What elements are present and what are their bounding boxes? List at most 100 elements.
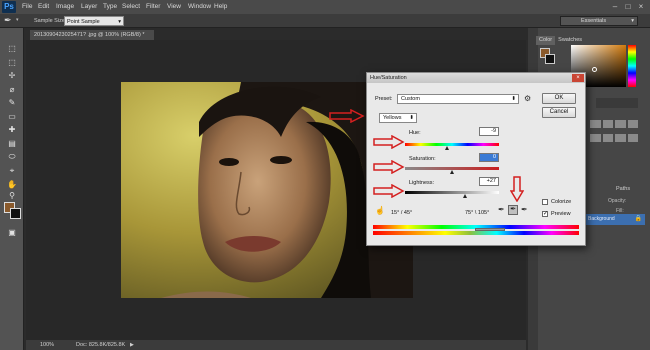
ok-button[interactable]: OK [542,93,576,104]
red-arrow-eyedropper [510,176,524,202]
paths-label[interactable]: Paths [616,186,630,192]
brush-tool-icon[interactable]: ✎ [3,98,21,108]
adjustment-icon[interactable] [627,134,638,142]
preset-options-gear-icon[interactable]: ⚙ [524,94,531,103]
cancel-button[interactable]: Cancel [542,107,576,118]
close-window-button[interactable]: × [636,2,646,12]
panel-background-swatch[interactable] [545,54,555,64]
lightness-label: Lightness: [409,180,435,186]
colorize-label: Colorize [551,199,572,205]
hue-label: Hue: [409,130,421,136]
background-color-swatch[interactable] [10,208,21,219]
color-bar-bottom [373,231,579,235]
hand-tool-icon[interactable]: ✋ [3,180,21,190]
targeted-adjustment-hand-icon[interactable]: ☝ [375,206,385,215]
sample-size-select[interactable]: Point Sample ▾ [64,16,124,26]
hue-value-field[interactable]: -9 [479,127,499,136]
lightness-slider-track[interactable] [405,191,499,194]
saturation-value-field[interactable]: 0 [479,153,499,162]
document-info: Doc: 825.8K/825.8K [76,342,126,348]
menu-edit[interactable]: Edit [38,0,49,14]
lightness-value-field[interactable]: +27 [479,177,499,186]
menu-file[interactable]: File [22,0,32,14]
tool-preset-chevron-icon[interactable]: ▾ [16,17,19,23]
lasso-tool-icon[interactable]: ⬚ [3,58,21,68]
options-bar: ✒ ▾ Sample Size: Point Sample ▾ [0,14,650,28]
sample-size-value: Point Sample [67,19,100,25]
channel-select[interactable]: Yellows ⬍ [379,113,417,123]
hue-strip[interactable] [628,45,636,87]
dialog-close-button[interactable]: × [572,74,584,82]
doc-info-arrow-icon[interactable]: ▶ [130,340,134,350]
workspace-value: Essentials [581,18,607,24]
subtract-from-sample-eyedropper-icon[interactable]: ✒ [521,205,528,214]
lightness-slider-thumb[interactable] [462,194,467,198]
menu-layer[interactable]: Layer [81,0,97,14]
zoom-level[interactable]: 100% [40,340,54,350]
move-tool-icon[interactable]: ✢ [3,71,21,81]
menu-type[interactable]: Type [103,0,117,14]
menu-bar: Ps File Edit Image Layer Type Select Fil… [0,0,650,14]
menu-image[interactable]: Image [56,0,74,14]
color-panel-tabs: Color Swatches [536,36,586,45]
adjustment-icon[interactable] [590,134,601,142]
eyedropper-tool-icon[interactable]: ✒ [4,15,12,26]
document-title: 2013090423025471? .jpg @ 100% (RGB/8) * [34,32,145,38]
tab-swatches[interactable]: Swatches [555,36,586,45]
adjustment-icon[interactable] [602,134,613,142]
preview-label: Preview [551,211,571,217]
stamp-tool-icon[interactable]: ▭ [3,112,21,122]
maximize-button[interactable]: □ [623,2,633,12]
preset-select[interactable]: Custom ⬍ [397,94,519,104]
eyedropper-icon[interactable]: ✒ [498,205,505,214]
gradient-tool-icon[interactable]: ▤ [3,139,21,149]
range-right-value: 75° \ 105° [465,210,490,216]
workspace-select[interactable]: Essentials ▾ [560,16,638,26]
preview-checkbox[interactable]: ✓ [542,211,548,217]
quick-mask-icon[interactable]: ▣ [3,228,21,238]
opacity-label: Opacity: [608,198,627,204]
pen-tool-icon[interactable]: ⌖ [3,166,21,176]
saturation-slider-thumb[interactable] [449,170,454,174]
layer-row-background[interactable]: Background 🔒 [585,214,645,225]
add-to-sample-eyedropper-icon[interactable]: ✒ [508,205,518,215]
layer-lock-icon: 🔒 [634,216,642,222]
hue-saturation-dialog: Hue/Saturation × Preset: Custom ⬍ ⚙ OK C… [329,72,586,246]
menu-view[interactable]: View [167,0,181,14]
minimize-button[interactable]: – [610,2,620,12]
dialog-titlebar[interactable]: Hue/Saturation × [367,73,585,83]
marquee-tool-icon[interactable]: ⬚ [3,44,21,54]
red-arrow-hue [373,135,405,149]
channel-value: Yellows [383,115,402,121]
range-left-value: 15° / 45° [391,210,413,216]
menu-window[interactable]: Window [188,0,211,14]
saturation-label: Saturation: [409,156,436,162]
red-arrow-saturation [373,160,405,174]
sample-size-label: Sample Size: [34,18,67,24]
adjustment-icon[interactable] [627,120,638,128]
menu-help[interactable]: Help [214,0,227,14]
adjustment-icon[interactable] [615,134,626,142]
preset-chevron-icon: ⬍ [511,96,516,102]
adjustment-icon[interactable] [615,120,626,128]
photoshop-logo: Ps [2,1,16,13]
menu-filter[interactable]: Filter [146,0,160,14]
eraser-tool-icon[interactable]: ⬭ [3,152,21,162]
adjustment-icon[interactable] [602,120,613,128]
colorize-checkbox[interactable] [542,199,548,205]
hue-slider-track[interactable] [405,143,499,146]
channel-chevron-icon: ⬍ [409,115,414,121]
zoom-tool-icon[interactable]: ⚲ [3,191,21,201]
healing-tool-icon[interactable]: ✚ [3,125,21,135]
adjustment-icon[interactable] [590,120,601,128]
crop-tool-icon[interactable]: ⌀ [3,85,21,95]
color-range-slider[interactable] [475,228,505,231]
hue-slider-thumb[interactable] [444,146,449,150]
menu-select[interactable]: Select [122,0,140,14]
preset-label: Preset: [375,96,393,102]
status-bar: 100% Doc: 825.8K/825.8K ▶ [26,340,526,350]
preset-value: Custom [401,96,420,102]
document-tab[interactable]: 2013090423025471? .jpg @ 100% (RGB/8) * [30,30,154,40]
tab-color[interactable]: Color [536,36,556,45]
color-picker-cursor[interactable] [592,67,597,72]
